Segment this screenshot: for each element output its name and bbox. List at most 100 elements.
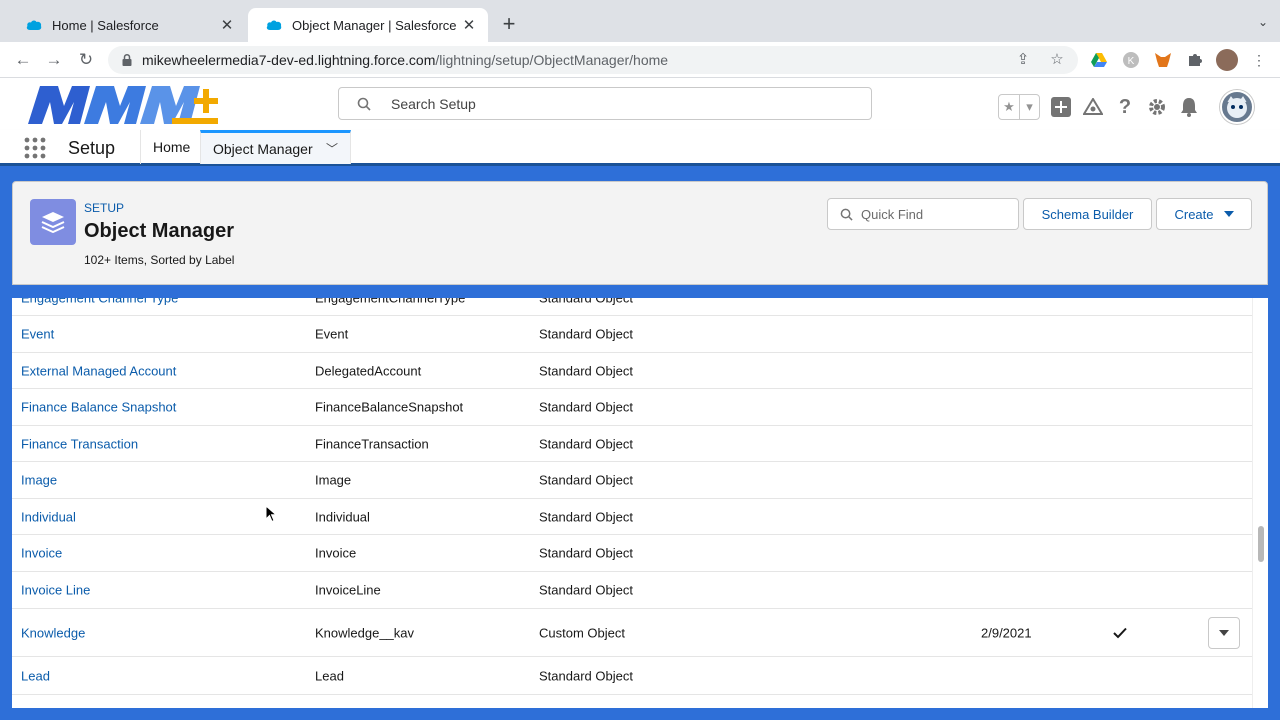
- object-label-link[interactable]: Event: [21, 327, 54, 342]
- browser-tabstrip: Home | Salesforce ✕ Object Manager | Sal…: [0, 0, 1280, 42]
- google-drive-icon[interactable]: [1088, 49, 1110, 71]
- object-type-cell: Standard Object: [539, 326, 633, 342]
- create-button[interactable]: Create: [1156, 198, 1252, 230]
- more-menu-icon[interactable]: ⋮: [1248, 49, 1270, 71]
- object-label-link[interactable]: Invoice: [21, 546, 62, 561]
- create-label: Create: [1174, 206, 1214, 222]
- user-avatar[interactable]: [1220, 90, 1254, 124]
- tab-title: Object Manager | Salesforce: [292, 17, 457, 33]
- app-navigation-bar: Setup Home Object Manager ﹀: [0, 130, 1280, 166]
- quick-find-input[interactable]: Quick Find: [827, 198, 1019, 230]
- extensions-puzzle-icon[interactable]: [1184, 49, 1206, 71]
- browser-toolbar: ← → ↻ mikewheelermedia7-dev-ed.lightning…: [0, 42, 1280, 78]
- object-manager-header: SETUP Object Manager 102+ Items, Sorted …: [12, 181, 1268, 285]
- object-type-cell: Standard Object: [539, 363, 633, 378]
- browser-tab-home[interactable]: Home | Salesforce ✕: [8, 8, 246, 42]
- breadcrumb-setup[interactable]: SETUP: [84, 201, 124, 215]
- app-launcher-icon[interactable]: [24, 137, 46, 159]
- gear-icon[interactable]: [1146, 96, 1168, 118]
- quick-find-placeholder: Quick Find: [861, 206, 924, 222]
- caret-down-icon: [1219, 629, 1229, 636]
- last-modified-cell: 2/9/2021: [981, 625, 1032, 640]
- table-row: Individual Individual Standard Object: [12, 499, 1252, 535]
- api-name-cell: Event: [315, 326, 349, 342]
- object-label-link[interactable]: Lead: [21, 668, 50, 683]
- scrollbar-thumb[interactable]: [1258, 526, 1264, 562]
- api-name-cell: DelegatedAccount: [315, 363, 422, 378]
- nav-tab-home[interactable]: Home: [140, 130, 202, 164]
- object-label-link[interactable]: Finance Balance Snapshot: [21, 400, 176, 415]
- back-icon[interactable]: ←: [12, 49, 34, 71]
- url-host: mikewheelermedia7-dev-ed.lightning.force…: [142, 52, 436, 68]
- table-row: Invoice Invoice Standard Object: [12, 535, 1252, 572]
- item-count-text: 102+ Items, Sorted by Label: [84, 253, 235, 267]
- nav-tab-object-manager[interactable]: Object Manager ﹀: [200, 130, 351, 164]
- search-setup-placeholder: Search Setup: [391, 95, 476, 112]
- reload-icon[interactable]: ↻: [75, 49, 97, 71]
- share-icon[interactable]: ⇪: [1014, 50, 1032, 68]
- favorites-dropdown-icon[interactable]: ▾: [1019, 95, 1039, 119]
- table-row: Lead Lead Standard Object: [12, 657, 1252, 695]
- trailhead-icon[interactable]: [1082, 96, 1104, 118]
- search-setup-input[interactable]: Search Setup: [338, 87, 872, 120]
- table-row: External Managed Account DelegatedAccount…: [12, 353, 1252, 389]
- close-tab-icon[interactable]: ✕: [460, 16, 478, 34]
- api-name-cell: Knowledge__kav: [315, 625, 415, 640]
- table-scrollbar[interactable]: [1252, 298, 1268, 708]
- metamask-fox-icon[interactable]: [1152, 49, 1174, 71]
- bookmark-star-icon[interactable]: ☆: [1048, 50, 1066, 68]
- api-name-cell: InvoiceLine: [315, 582, 381, 598]
- api-name-cell: Lead: [315, 668, 344, 683]
- favorite-star-icon[interactable]: ★: [999, 95, 1019, 119]
- object-label-link[interactable]: Image: [21, 473, 57, 488]
- address-bar[interactable]: mikewheelermedia7-dev-ed.lightning.force…: [108, 46, 1078, 74]
- table-row: Engagement Channel Type EngagementChannel…: [12, 298, 1252, 316]
- svg-text:K: K: [1128, 56, 1135, 67]
- browser-tab-object-manager[interactable]: Object Manager | Salesforce ✕: [248, 8, 488, 42]
- object-label-link[interactable]: Individual: [21, 509, 76, 524]
- api-name-cell: Individual: [315, 509, 370, 524]
- url-text: mikewheelermedia7-dev-ed.lightning.force…: [142, 52, 668, 68]
- chevron-down-icon[interactable]: ⌄: [1258, 15, 1268, 29]
- api-name-cell: EngagementChannelType: [315, 298, 465, 305]
- notifications-bell-icon[interactable]: [1178, 96, 1200, 118]
- object-label-link[interactable]: External Managed Account: [21, 363, 176, 378]
- api-name-cell: FinanceBalanceSnapshot: [315, 399, 464, 415]
- browser-profile-avatar[interactable]: [1216, 49, 1238, 71]
- object-type-cell: Standard Object: [539, 472, 633, 488]
- object-label-link[interactable]: Knowledge: [21, 625, 85, 640]
- api-name-cell: FinanceTransaction: [315, 436, 429, 451]
- object-label-link[interactable]: Engagement Channel Type: [21, 298, 178, 305]
- nav-tab-label: Home: [153, 139, 191, 155]
- salesforce-global-header: Search Setup ★ ▾ ?: [0, 78, 1280, 130]
- row-actions-button[interactable]: [1208, 616, 1240, 649]
- extension-k-icon[interactable]: K: [1120, 49, 1142, 71]
- new-tab-icon[interactable]: +: [498, 13, 520, 36]
- mouse-cursor-icon: [265, 505, 277, 523]
- object-type-cell: Standard Object: [539, 545, 633, 561]
- table-row: Invoice Line InvoiceLine Standard Object: [12, 572, 1252, 609]
- tab-title: Home | Salesforce: [52, 17, 159, 33]
- forward-icon[interactable]: →: [43, 49, 65, 71]
- help-icon[interactable]: ?: [1114, 96, 1136, 118]
- schema-builder-label: Schema Builder: [1041, 206, 1134, 222]
- object-label-link[interactable]: Invoice Line: [21, 583, 90, 598]
- table-row: Event Event Standard Object: [12, 316, 1252, 353]
- object-type-cell: Standard Object: [539, 509, 633, 524]
- object-type-cell: Custom Object: [539, 625, 625, 640]
- object-type-cell: Standard Object: [539, 436, 633, 451]
- chevron-down-icon[interactable]: ﹀: [326, 140, 338, 157]
- company-logo[interactable]: [22, 84, 218, 126]
- salesforce-cloud-icon: [266, 20, 282, 30]
- global-actions-icon[interactable]: [1050, 96, 1072, 118]
- object-label-link[interactable]: Finance Transaction: [21, 436, 138, 451]
- nav-tab-label: Object Manager: [213, 140, 313, 157]
- schema-builder-button[interactable]: Schema Builder: [1023, 198, 1152, 230]
- object-type-cell: Standard Object: [539, 399, 633, 415]
- caret-down-icon: [1223, 211, 1234, 217]
- object-type-cell: Standard Object: [539, 582, 633, 598]
- layers-icon: [30, 199, 76, 245]
- close-tab-icon[interactable]: ✕: [218, 16, 236, 34]
- salesforce-cloud-icon: [26, 20, 42, 30]
- deployed-check-icon: [1113, 627, 1127, 638]
